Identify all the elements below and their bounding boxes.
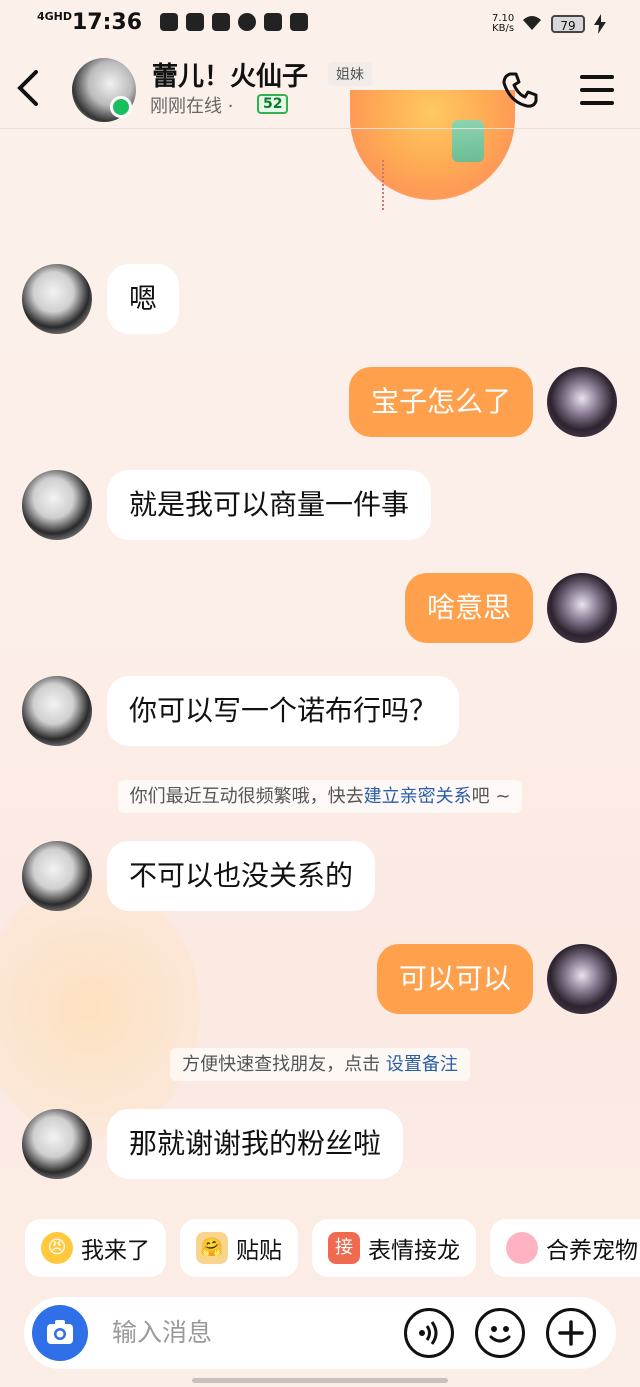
sender-avatar[interactable] [22, 264, 92, 334]
message-bubble[interactable]: 不可以也没关系的 [107, 841, 376, 911]
background-glow [0, 880, 200, 1140]
quick-action-label: 表情接龙 [368, 1238, 460, 1264]
notice-pill: 你们最近互动很频繁哦，快去建立亲密关系吧 ~ [117, 780, 523, 813]
contact-name[interactable]: 蕾儿！火仙子 [152, 56, 308, 93]
hug-emoji-icon: 🤗 [196, 1232, 228, 1264]
intimacy-notice: 你们最近互动很频繁哦，快去建立亲密关系吧 ~ [0, 780, 640, 813]
mail-icon [212, 13, 230, 31]
clock: 17:36 [72, 10, 143, 35]
build-relationship-link[interactable]: 建立亲密关系 [364, 786, 472, 807]
angry-face-icon: 😠 [41, 1232, 73, 1264]
message-bubble[interactable]: 嗯 [107, 264, 180, 334]
quick-action-pet[interactable]: 合养宠物 [490, 1219, 640, 1277]
mail-icon [186, 13, 204, 31]
app-notification-icon [160, 13, 178, 31]
message-bubble[interactable]: 啥意思 [404, 573, 533, 643]
notification-icons [160, 13, 308, 31]
quick-action-sticker-chain[interactable]: 接 表情接龙 [312, 1219, 476, 1277]
chat-icon [238, 13, 256, 31]
notice-text: 你们最近互动很频繁哦，快去 [129, 786, 364, 807]
quick-action-hug[interactable]: 🤗 贴贴 [180, 1219, 298, 1277]
level-badge: 52 [257, 94, 289, 114]
network-speed: 7.10 KB/s [492, 14, 514, 34]
set-remark-link[interactable]: 设置备注 [386, 1054, 458, 1075]
notice-text: 吧 ~ [471, 786, 511, 807]
message-bubble[interactable]: 你可以写一个诺布行吗？ [107, 676, 460, 746]
emoji-button[interactable] [475, 1308, 525, 1358]
quick-actions: 😠 我来了 🤗 贴贴 接 表情接龙 合养宠物 [25, 1219, 640, 1277]
self-avatar[interactable] [547, 367, 617, 437]
more-button[interactable] [546, 1308, 596, 1358]
speed-unit: KB/s [492, 23, 515, 34]
relationship-tag: 姐妹 [328, 62, 372, 86]
smile-icon [489, 1326, 511, 1343]
voice-icon [419, 1321, 438, 1345]
play-icon [290, 13, 308, 31]
camera-icon [47, 1320, 73, 1344]
background-sticker-charm [382, 160, 392, 210]
hamburger-icon [580, 75, 614, 105]
online-indicator [110, 96, 132, 118]
chevron-left-icon [17, 70, 38, 106]
app-notification-icon [264, 13, 282, 31]
message-bubble[interactable]: 可以可以 [376, 944, 533, 1014]
quick-action-label: 贴贴 [236, 1238, 282, 1264]
sender-avatar[interactable] [22, 841, 92, 911]
camera-button[interactable] [32, 1305, 88, 1361]
voice-button[interactable] [404, 1308, 454, 1358]
status-bar: 4GHD 17:36 7.10 KB/s 79 [0, 0, 640, 50]
network-indicator: 4GHD [37, 10, 73, 23]
message-bubble[interactable]: 宝子怎么了 [348, 367, 533, 437]
battery-icon: 79 [551, 15, 585, 33]
self-avatar[interactable] [547, 944, 617, 1014]
quick-action-label: 我来了 [81, 1238, 150, 1264]
sender-avatar[interactable] [22, 470, 92, 540]
self-avatar[interactable] [547, 573, 617, 643]
remark-notice: 方便快速查找朋友，点击 设置备注 [0, 1048, 640, 1081]
chat-header: 蕾儿！火仙子 姐妹 刚刚在线 · 52 [0, 50, 640, 129]
message-bubble[interactable]: 那就谢谢我的粉丝啦 [107, 1109, 404, 1179]
online-status: 刚刚在线 · [150, 96, 234, 117]
wifi-icon [521, 14, 543, 37]
quick-action-label: 合养宠物 [546, 1238, 638, 1264]
message-input[interactable]: 输入消息 [112, 1297, 212, 1369]
message-bubble[interactable]: 就是我可以商量一件事 [107, 470, 432, 540]
plus-icon [558, 1320, 584, 1346]
phone-icon [502, 72, 538, 108]
call-button[interactable] [500, 70, 540, 110]
home-indicator[interactable] [192, 1378, 448, 1383]
input-bar: 输入消息 [24, 1297, 616, 1369]
notice-pill: 方便快速查找朋友，点击 设置备注 [170, 1048, 470, 1081]
quick-action-here[interactable]: 😠 我来了 [25, 1219, 166, 1277]
menu-button[interactable] [578, 72, 616, 108]
sender-avatar[interactable] [22, 1109, 92, 1179]
jie-badge-icon: 接 [328, 1232, 360, 1264]
charging-icon [594, 14, 606, 38]
back-button[interactable] [14, 68, 50, 108]
pet-icon [506, 1232, 538, 1264]
sender-avatar[interactable] [22, 676, 92, 746]
notice-text: 方便快速查找朋友，点击 [182, 1054, 386, 1075]
